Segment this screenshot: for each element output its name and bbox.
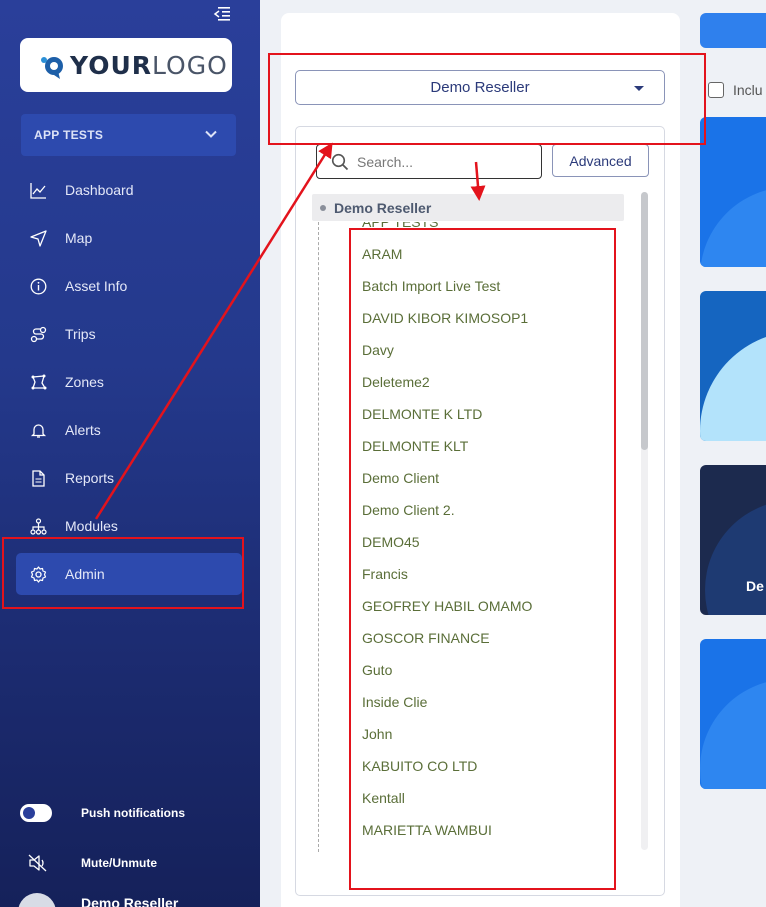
mute-unmute-label: Mute/Unmute [81,856,157,870]
sidebar-nav: Dashboard Map Asset Info Trips Zones Ale… [0,166,260,598]
tree-root-label: Demo Reseller [334,199,432,216]
user-profile-row[interactable]: Demo Reseller [0,893,260,907]
tree-item[interactable]: John [362,718,612,750]
sidebar-item-label: Zones [65,374,104,390]
include-checkbox-row[interactable]: Inclu [708,82,763,98]
search-icon [331,153,349,170]
app-selector[interactable]: APP TESTS [21,114,236,156]
sidebar-item-label: Alerts [65,422,101,438]
company-logo: YOURLOGO [20,38,232,92]
info-circle-icon [30,278,47,294]
tree-item[interactable]: DELMONTE K LTD [362,398,612,430]
tree-item[interactable]: Davy [362,334,612,366]
sidebar-item-asset-info[interactable]: Asset Info [0,262,260,310]
include-checkbox[interactable] [708,82,724,98]
tree-item[interactable]: DEMO45 [362,526,612,558]
collapse-sidebar-icon[interactable] [213,6,231,22]
user-name: Demo Reseller [81,895,179,907]
sidebar-item-label: Admin [65,566,105,582]
tree-item[interactable]: Demo Client [362,462,612,494]
reseller-dropdown[interactable]: Demo Reseller [295,70,665,105]
stat-card[interactable] [700,117,766,267]
right-action-button[interactable] [700,13,766,48]
tree-item[interactable]: Deleteme2 [362,366,612,398]
tree-item[interactable]: Batch Import Live Test [362,270,612,302]
tree-item[interactable]: Inside Clie [362,686,612,718]
sidebar-item-admin[interactable]: Admin [16,553,242,595]
tree-scrollbar-thumb[interactable] [641,192,648,450]
sidebar-item-modules[interactable]: Modules [0,502,260,550]
search-input[interactable] [357,153,527,170]
sidebar-item-alerts[interactable]: Alerts [0,406,260,454]
sidebar-item-trips[interactable]: Trips [0,310,260,358]
gear-icon [30,565,47,583]
push-notifications-label: Push notifications [81,806,186,820]
polygon-icon [31,374,47,389]
sidebar: YOURLOGO APP TESTS Dashboard Map Asset I… [0,0,260,907]
sidebar-item-label: Modules [65,518,118,534]
hierarchy-icon [30,517,47,535]
tree-search [316,144,542,179]
tree-item[interactable]: DELMONTE KLT [362,430,612,462]
speaker-muted-icon [28,854,47,872]
advanced-button[interactable]: Advanced [552,144,649,177]
logo-text: YOURLOGO [70,50,228,80]
tree-item[interactable]: DAVID KIBOR KIMOSOP1 [362,302,612,334]
reseller-dropdown-value: Demo Reseller [430,79,530,96]
sidebar-item-label: Map [65,230,93,246]
tree-root-node[interactable]: Demo Reseller [312,194,624,221]
route-icon [30,326,47,342]
tree-item[interactable]: APP TESTS [362,222,612,238]
sidebar-item-reports[interactable]: Reports [0,454,260,502]
chart-line-icon [30,182,46,199]
app-selector-label: APP TESTS [34,128,104,142]
stat-card-label: De [746,578,764,594]
file-icon [32,469,45,487]
tree-guide-line [318,222,319,852]
sidebar-item-map[interactable]: Map [0,214,260,262]
tree-children-list: APP TESTS ARAM Batch Import Live Test DA… [362,222,612,852]
tree-item[interactable]: MARIETTA WAMBUI [362,814,612,846]
tree-item[interactable]: Demo Client 2. [362,494,612,526]
push-notifications-row: Push notifications [0,804,260,822]
tree-node-bullet-icon [320,204,326,211]
tree-scrollbar[interactable] [641,192,648,850]
sidebar-item-label: Reports [65,470,115,486]
mute-unmute-row[interactable]: Mute/Unmute [0,854,260,872]
avatar [18,893,56,907]
tree-item[interactable]: KABUITO CO LTD [362,750,612,782]
sidebar-item-label: Trips [65,326,96,342]
push-notifications-toggle[interactable] [20,804,52,822]
stat-card[interactable] [700,639,766,789]
chevron-down-icon [205,130,217,138]
caret-down-icon [634,86,644,91]
sidebar-item-label: Dashboard [65,182,134,198]
tree-item[interactable]: GEOFREY HABIL OMAMO [362,590,612,622]
tree-item[interactable]: ARAM [362,238,612,270]
navigation-arrow-icon [30,229,47,247]
bell-icon [30,423,47,438]
logo-mark-icon [41,57,63,79]
sidebar-item-dashboard[interactable]: Dashboard [0,166,260,214]
stat-card[interactable] [700,291,766,441]
sidebar-item-label: Asset Info [65,278,128,294]
tree-item[interactable]: GOSCOR FINANCE [362,622,612,654]
tree-item[interactable]: Kentall [362,782,612,814]
sidebar-item-zones[interactable]: Zones [0,358,260,406]
tree-item[interactable]: Guto [362,654,612,686]
tree-item[interactable]: Francis [362,558,612,590]
include-label: Inclu [733,82,763,98]
